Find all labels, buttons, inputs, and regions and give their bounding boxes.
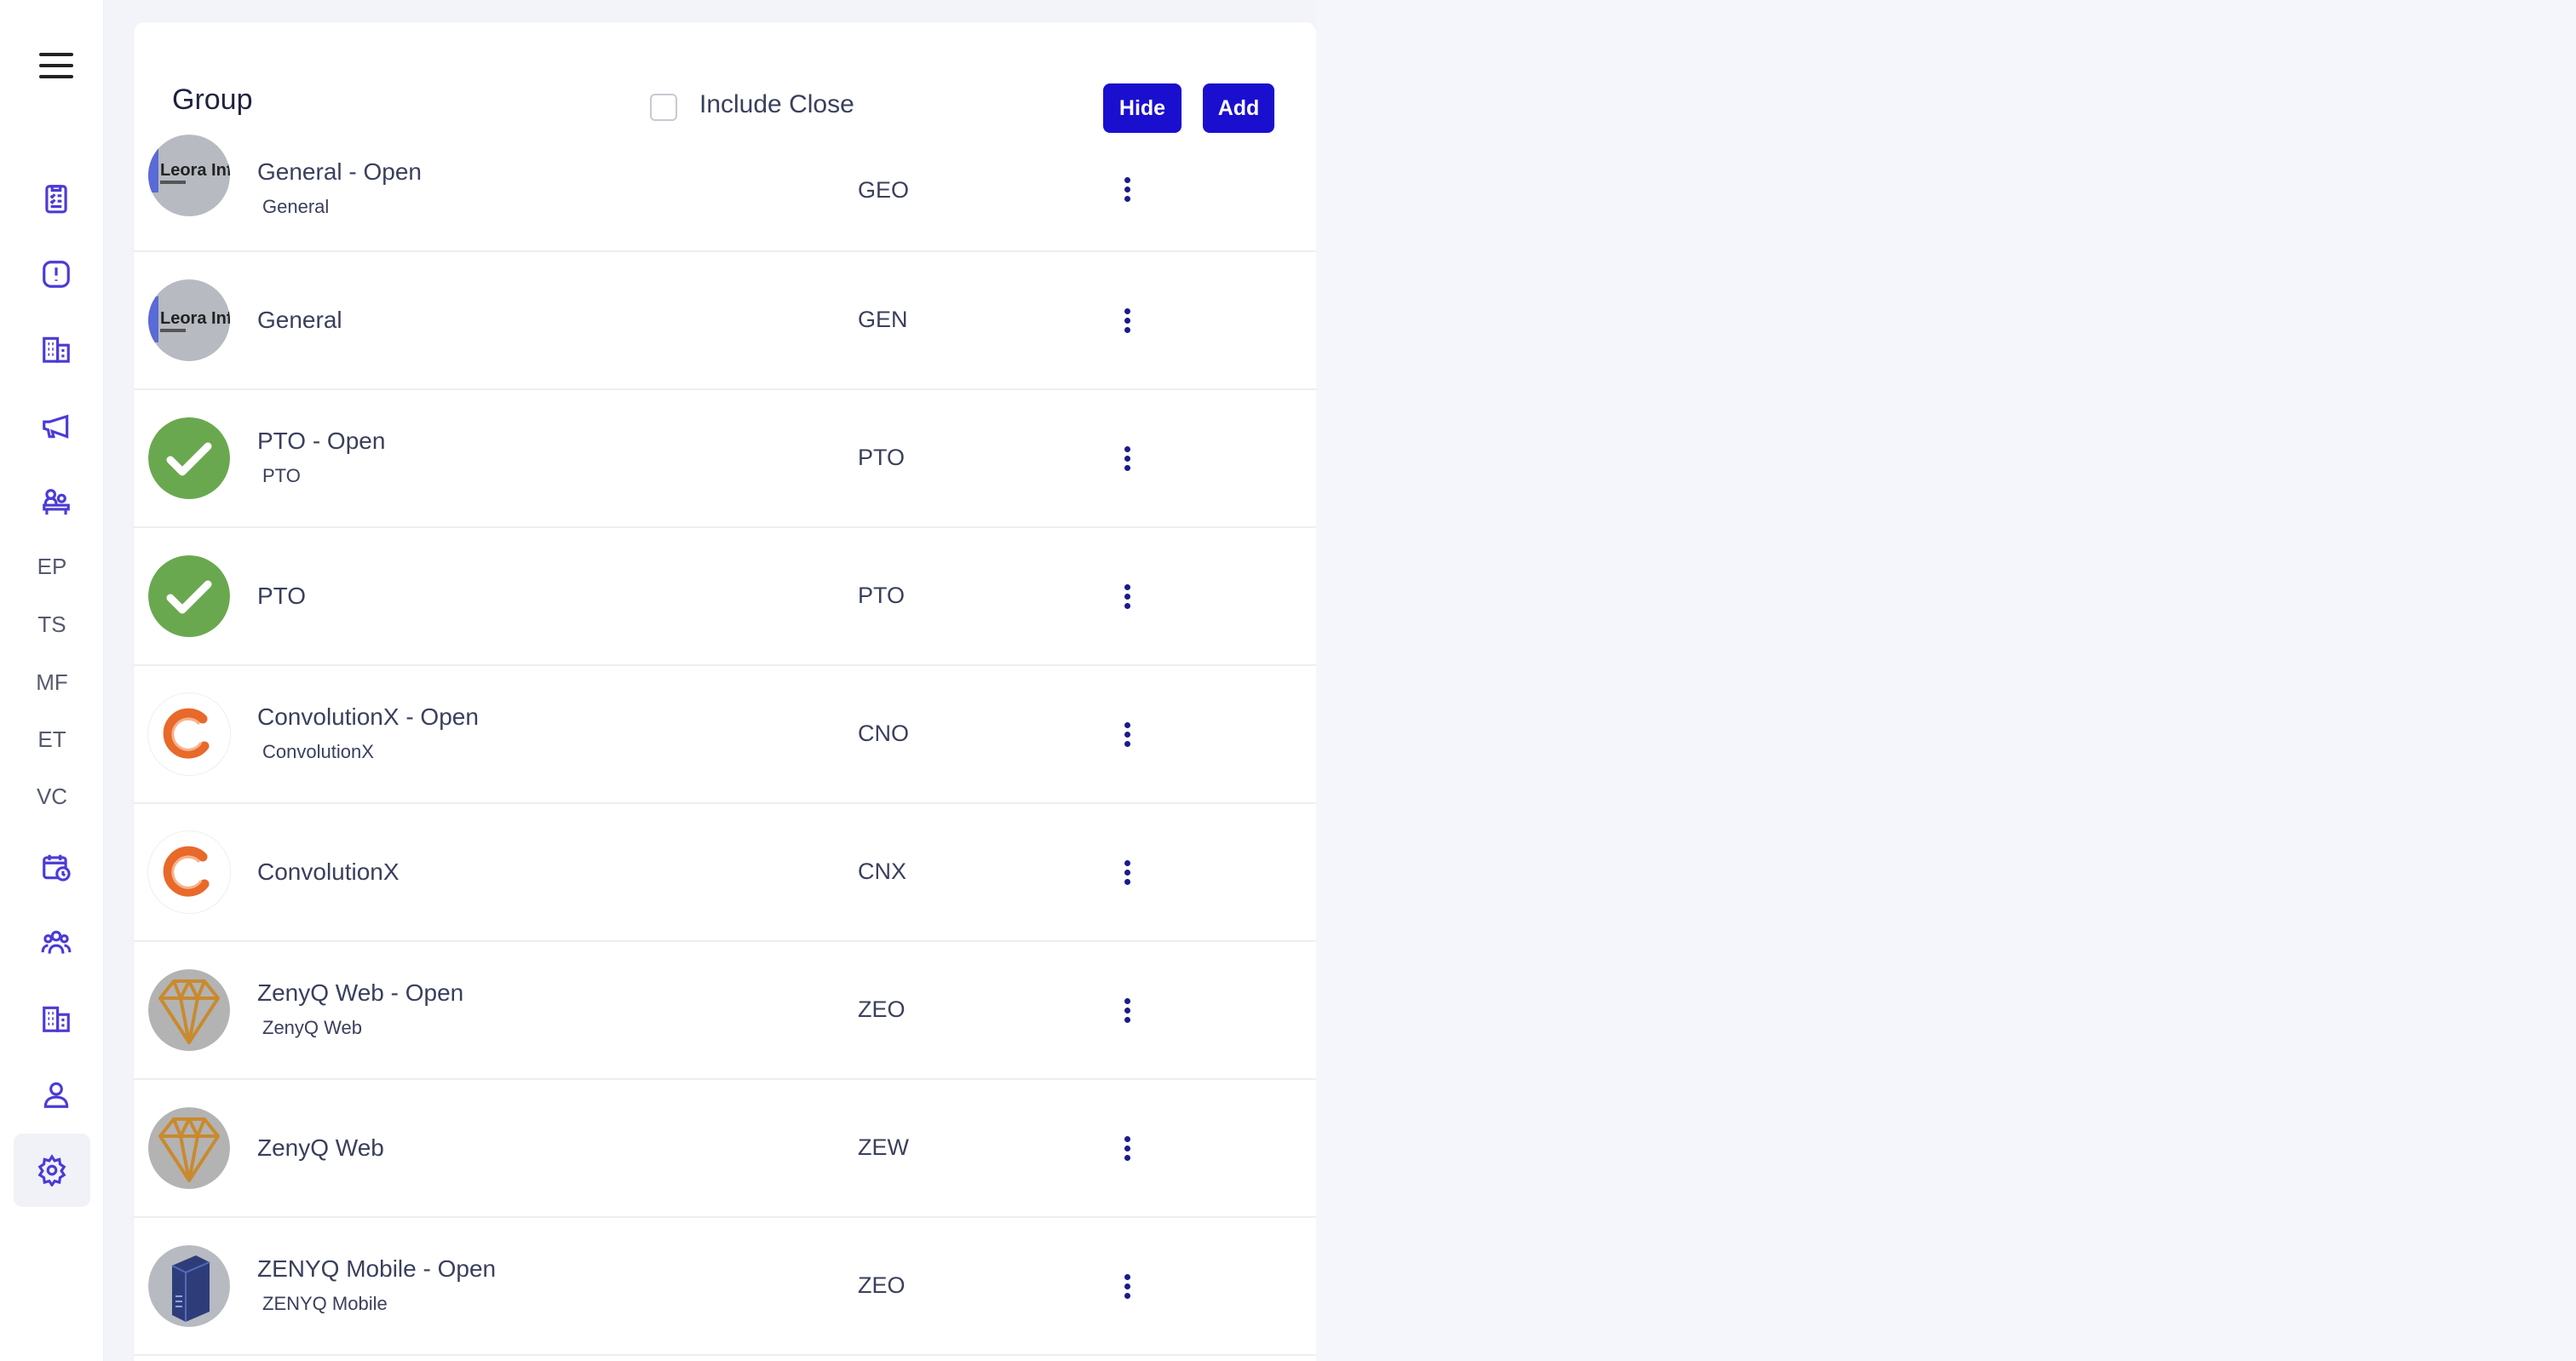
diamond-logo-avatar bbox=[148, 969, 230, 1051]
group-name: General bbox=[257, 307, 342, 333]
list-item[interactable]: ZenyQ Web ZEW bbox=[134, 1080, 1316, 1218]
group-name: ConvolutionX - Open bbox=[257, 703, 479, 730]
list-item[interactable]: ConvolutionX - Open ConvolutionX CNO bbox=[134, 666, 1316, 804]
list-item[interactable]: Leora Infotech General - Open General GE… bbox=[134, 124, 1316, 252]
group-name: General - Open bbox=[257, 158, 422, 185]
more-vertical-icon[interactable] bbox=[1113, 1269, 1141, 1303]
group-code: CNO bbox=[858, 721, 909, 746]
more-vertical-icon[interactable] bbox=[1113, 855, 1141, 889]
leora-logo-avatar: Leora Infotech bbox=[148, 135, 230, 216]
sidebar-item-ep[interactable]: EP bbox=[0, 554, 104, 580]
group-subname: ZENYQ Mobile bbox=[262, 1293, 388, 1314]
page-title: Group bbox=[172, 83, 253, 116]
green-check-avatar bbox=[148, 555, 230, 637]
more-vertical-icon[interactable] bbox=[1113, 441, 1141, 475]
sidebar: EP TS MF ET VC bbox=[0, 0, 104, 1361]
more-vertical-icon[interactable] bbox=[1113, 579, 1141, 613]
leora-logo-avatar: Leora Infotech bbox=[148, 279, 230, 361]
list-item[interactable]: ConvolutionX CNX bbox=[134, 804, 1316, 942]
sidebar-item-ts[interactable]: TS bbox=[0, 612, 104, 638]
calendar-clock-icon[interactable] bbox=[31, 841, 82, 893]
team-desk-icon[interactable] bbox=[31, 477, 82, 528]
building-icon[interactable] bbox=[31, 324, 82, 375]
group-subname: General bbox=[262, 196, 330, 217]
alert-icon[interactable] bbox=[31, 249, 82, 300]
diamond-logo-avatar bbox=[148, 1107, 230, 1189]
list-item[interactable]: PTO PTO bbox=[134, 528, 1316, 666]
card-header: Group Include Close Hide Add bbox=[134, 22, 1316, 133]
group-subname: PTO bbox=[262, 465, 301, 486]
sidebar-item-mf[interactable]: MF bbox=[0, 669, 104, 696]
list-item[interactable]: ZENYQ Mobile - Open ZENYQ Mobile ZEO bbox=[134, 1218, 1316, 1356]
group-code: ZEO bbox=[858, 996, 906, 1022]
svg-text:Leora Infotech: Leora Infotech bbox=[160, 309, 230, 328]
group-code: ZEW bbox=[858, 1134, 909, 1160]
more-vertical-icon[interactable] bbox=[1113, 172, 1141, 206]
group-subname: ConvolutionX bbox=[262, 741, 374, 762]
include-close-label[interactable]: Include Close bbox=[699, 90, 854, 119]
sidebar-item-vc[interactable]: VC bbox=[0, 784, 104, 810]
list-item[interactable]: Leora Infotech General GEN bbox=[134, 252, 1316, 390]
more-vertical-icon[interactable] bbox=[1113, 993, 1141, 1027]
more-vertical-icon[interactable] bbox=[1113, 717, 1141, 751]
more-vertical-icon[interactable] bbox=[1113, 303, 1141, 337]
empty-detail-panel bbox=[1316, 0, 2576, 1361]
hamburger-menu-icon[interactable] bbox=[39, 53, 73, 78]
svg-text:Leora Infotech: Leora Infotech bbox=[160, 161, 230, 180]
green-check-avatar bbox=[148, 417, 230, 499]
group-code: GEO bbox=[858, 177, 910, 203]
people-group-icon[interactable] bbox=[31, 917, 82, 968]
group-name: ZenyQ Web - Open bbox=[257, 979, 464, 1006]
group-code: GEN bbox=[858, 307, 908, 332]
hide-button[interactable]: Hide bbox=[1103, 83, 1182, 133]
group-subname: ZenyQ Web bbox=[262, 1017, 362, 1038]
user-icon[interactable] bbox=[31, 1069, 82, 1120]
group-name: ZenyQ Web bbox=[257, 1134, 384, 1161]
group-name: PTO - Open bbox=[257, 428, 386, 454]
megaphone-icon[interactable] bbox=[31, 400, 82, 451]
list-item[interactable]: ZenyQ Web - Open ZenyQ Web ZEO bbox=[134, 942, 1316, 1080]
group-card: Group Include Close Hide Add Leora Infot… bbox=[134, 22, 1316, 1361]
more-vertical-icon[interactable] bbox=[1113, 1131, 1141, 1165]
group-code: PTO bbox=[858, 445, 906, 470]
group-name: PTO bbox=[257, 583, 307, 609]
sidebar-item-et[interactable]: ET bbox=[0, 726, 104, 753]
group-code: PTO bbox=[858, 583, 906, 608]
add-button[interactable]: Add bbox=[1203, 83, 1274, 133]
group-name: ZENYQ Mobile - Open bbox=[257, 1255, 497, 1282]
convolutionx-logo-avatar bbox=[148, 831, 230, 913]
checklist-icon[interactable] bbox=[31, 173, 82, 224]
list-item[interactable]: PTO - Open PTO PTO bbox=[134, 390, 1316, 528]
convolutionx-logo-avatar bbox=[148, 693, 230, 775]
gear-icon[interactable] bbox=[14, 1134, 90, 1207]
server-box-avatar bbox=[148, 1245, 230, 1327]
office-building-icon[interactable] bbox=[31, 993, 82, 1044]
group-name: ConvolutionX bbox=[257, 859, 400, 885]
group-code: CNX bbox=[858, 859, 907, 884]
include-close-checkbox[interactable] bbox=[650, 94, 677, 121]
group-code: ZEO bbox=[858, 1272, 906, 1298]
